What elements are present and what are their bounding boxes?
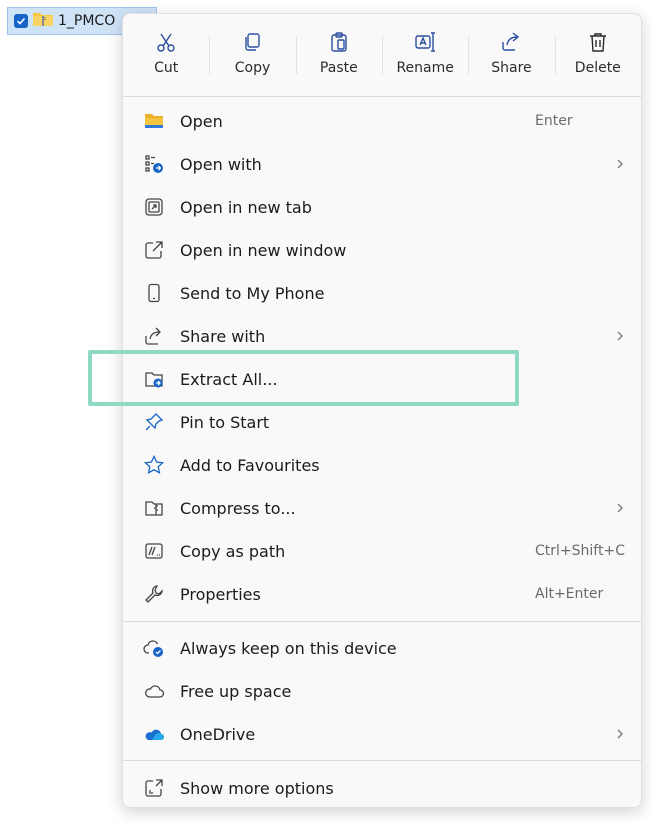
path-icon xyxy=(145,543,163,559)
cut-label: Cut xyxy=(154,60,179,76)
shortcut-text: Ctrl+Shift+C xyxy=(535,543,625,559)
menu-item-add-to-favourites[interactable]: Add to Favourites xyxy=(123,445,641,485)
checkbox-icon[interactable] xyxy=(14,14,28,28)
menu-item-open[interactable]: Open Enter xyxy=(123,101,641,141)
shortcut-text: Enter xyxy=(535,113,573,129)
menu-item-properties[interactable]: Properties Alt+Enter xyxy=(123,574,641,614)
menu-item-label: Open with xyxy=(180,154,262,174)
paste-label: Paste xyxy=(319,60,358,76)
menu-item-label: Extract All... xyxy=(180,369,278,389)
menu-item-label: Add to Favourites xyxy=(180,455,320,475)
extract-icon xyxy=(145,372,163,388)
cut-icon xyxy=(157,33,175,52)
menu-item-share-with[interactable]: Share with xyxy=(123,316,641,356)
menu-item-pin-to-start[interactable]: Pin to Start xyxy=(123,402,641,442)
open-with-icon xyxy=(145,155,163,173)
shortcut-text: Alt+Enter xyxy=(535,586,604,602)
copy-label: Copy xyxy=(234,60,271,76)
menu-item-label: Share with xyxy=(180,326,266,346)
separator xyxy=(123,760,641,761)
menu-item-label: Show more options xyxy=(180,778,334,798)
menu-item-label: Free up space xyxy=(180,681,292,701)
menu-item-label: Pin to Start xyxy=(180,412,270,432)
paste-button[interactable]: Paste xyxy=(295,14,382,94)
menu-item-label: Open in new window xyxy=(180,240,347,260)
file-name: 1_PMCO xyxy=(58,13,116,29)
menu-item-label: Properties xyxy=(180,584,261,604)
menu-item-free-up-space[interactable]: Free up space xyxy=(123,671,641,711)
delete-button[interactable]: Delete xyxy=(554,14,641,94)
rename-label: Rename xyxy=(396,60,454,76)
chevron-right-icon xyxy=(617,331,623,341)
chevron-right-icon xyxy=(617,159,623,169)
menu-item-open-new-window[interactable]: Open in new window xyxy=(123,230,641,270)
copy-button[interactable]: Copy xyxy=(209,14,295,94)
new-window-icon xyxy=(145,241,163,259)
compress-icon xyxy=(145,501,163,516)
star-icon xyxy=(143,454,165,475)
phone-icon xyxy=(148,283,160,303)
share-button[interactable]: Share xyxy=(468,14,554,94)
rename-icon xyxy=(415,32,436,52)
rename-button[interactable]: Rename xyxy=(381,14,468,94)
menu-item-extract-all[interactable]: Extract All... xyxy=(123,359,641,399)
copy-icon xyxy=(245,33,261,51)
menu-item-always-keep[interactable]: Always keep on this device xyxy=(123,628,641,668)
separator xyxy=(123,621,641,622)
menu-item-label: Copy as path xyxy=(180,541,286,561)
folder-icon xyxy=(145,114,163,128)
chevron-right-icon xyxy=(617,503,623,513)
delete-label: Delete xyxy=(574,60,621,76)
paste-icon xyxy=(331,32,347,52)
more-options-icon xyxy=(145,779,163,797)
menu-item-label: Open in new tab xyxy=(180,197,312,217)
menu-item-label: OneDrive xyxy=(180,724,256,744)
menu-item-onedrive[interactable]: OneDrive xyxy=(123,714,641,754)
menu-toolbar: Cut Copy Paste Rename Share Delete xyxy=(123,14,641,94)
menu-item-label: Open xyxy=(180,111,223,131)
cut-button[interactable]: Cut xyxy=(123,14,209,94)
cloud-sync-icon xyxy=(143,640,163,657)
onedrive-icon xyxy=(145,729,164,740)
menu-item-show-more-options[interactable]: Show more options xyxy=(123,768,641,808)
menu-item-label: Send to My Phone xyxy=(180,283,325,303)
cloud-icon xyxy=(145,685,165,698)
share-label: Share xyxy=(491,60,532,76)
share-icon xyxy=(502,32,520,51)
pin-icon xyxy=(145,413,164,431)
menu-item-compress-to[interactable]: Compress to... xyxy=(123,488,641,528)
separator xyxy=(123,96,641,97)
chevron-right-icon xyxy=(617,729,623,739)
share-icon xyxy=(145,327,161,345)
menu-item-label: Compress to... xyxy=(180,498,296,518)
new-tab-icon xyxy=(145,198,163,216)
wrench-icon xyxy=(145,585,163,603)
menu-item-open-with[interactable]: Open with xyxy=(123,144,641,184)
zip-folder-icon xyxy=(32,11,54,31)
delete-icon xyxy=(589,33,606,52)
menu-item-label: Always keep on this device xyxy=(180,638,397,658)
menu-item-send-to-phone[interactable]: Send to My Phone xyxy=(123,273,641,313)
context-menu: Cut Copy Paste Rename Share Delete Open … xyxy=(122,13,642,808)
menu-item-copy-as-path[interactable]: Copy as path Ctrl+Shift+C xyxy=(123,531,641,571)
menu-item-open-new-tab[interactable]: Open in new tab xyxy=(123,187,641,227)
